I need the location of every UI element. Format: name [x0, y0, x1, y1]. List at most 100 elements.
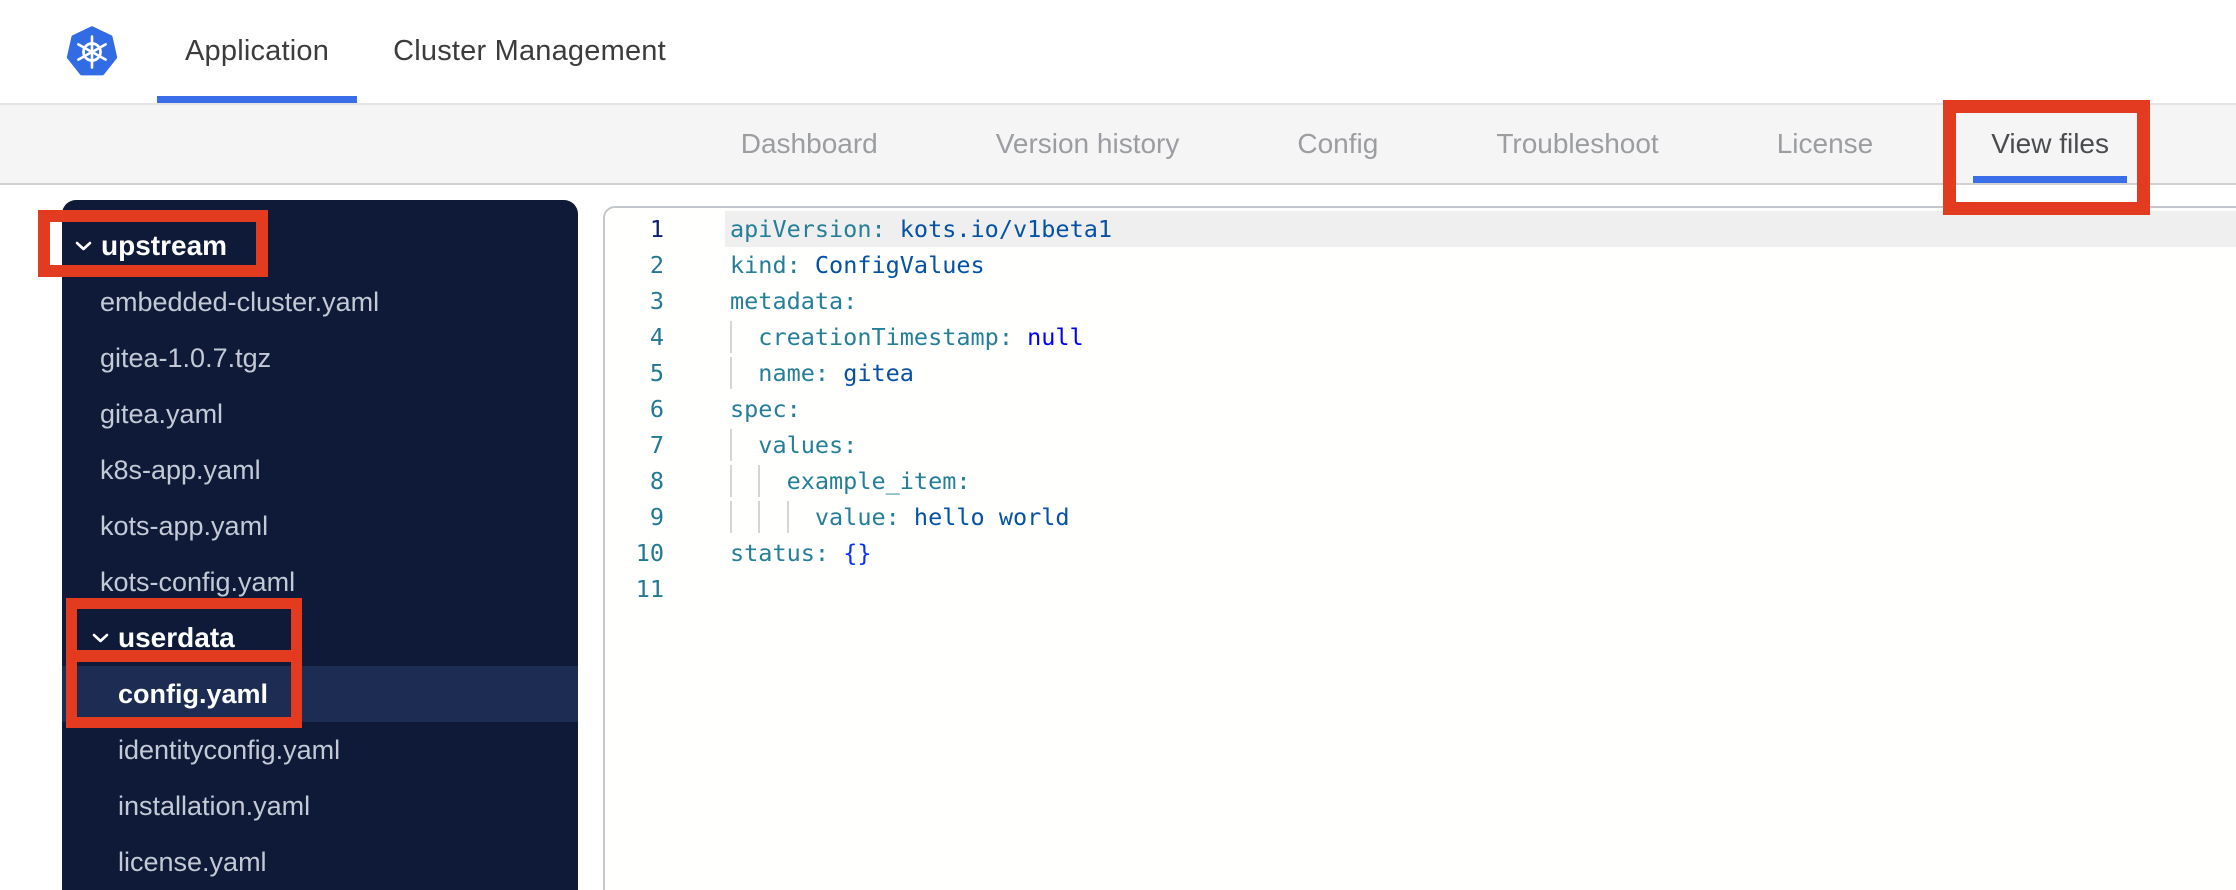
line-number: 7 [649, 431, 664, 459]
nav-tab-config[interactable]: Config [1279, 105, 1396, 183]
chevron-down-icon [92, 633, 109, 643]
line-number: 4 [649, 323, 664, 351]
token-str: hello world [899, 503, 1070, 531]
yaml-editor-panel[interactable]: 1 apiVersion: kots.io/v1beta1 2 kind: Confi… [603, 206, 2236, 890]
line-number: 3 [649, 287, 664, 315]
file-label: kots-app.yaml [100, 510, 269, 541]
code-line-text: metadata: [725, 283, 2236, 319]
code-line-11: 11 [605, 571, 2236, 607]
indent-guide [730, 321, 732, 353]
code-line-9: 9 value: hello world [605, 499, 2236, 535]
nav-tab-troubleshoot[interactable]: Troubleshoot [1478, 105, 1676, 183]
line-number: 11 [635, 575, 664, 603]
indent-guide [758, 465, 761, 497]
tree-item-license.yaml[interactable]: license.yaml [62, 834, 578, 890]
header-tab-application[interactable]: Application [157, 0, 358, 103]
file-label: k8s-app.yaml [100, 454, 261, 485]
tree-item-kots-config.yaml[interactable]: kots-config.yaml [62, 554, 578, 610]
token-key: apiVersion: [730, 215, 886, 243]
line-number: 2 [649, 251, 664, 279]
tree-item-upstream[interactable]: upstream [62, 218, 578, 274]
line-number: 5 [649, 359, 664, 387]
indent-guide [786, 501, 789, 533]
code-line-text: values: [725, 427, 2236, 463]
line-number: 1 [649, 215, 664, 243]
token-str: kots.io/v1beta1 [885, 215, 1113, 243]
indent-guide [730, 501, 732, 533]
header-tab-cluster-management[interactable]: Cluster Management [365, 0, 694, 103]
file-label: kots-config.yaml [100, 566, 296, 597]
line-number: 10 [635, 539, 664, 567]
chevron-down-icon [75, 241, 92, 251]
kots-admin-console: Application Cluster Management Dashboard V… [0, 0, 2236, 890]
tree-item-k8s-app.yaml[interactable]: k8s-app.yaml [62, 442, 578, 498]
file-label: identityconfig.yaml [118, 734, 341, 765]
code-line-text: status: {} [725, 535, 2236, 571]
line-number: 8 [649, 467, 664, 495]
file-label: gitea-1.0.7.tgz [100, 342, 272, 373]
file-label: installation.yaml [118, 790, 311, 821]
app-subnav: Dashboard Version history Config Troublesho… [0, 105, 2236, 185]
code-line-text: kind: ConfigValues [725, 247, 2236, 283]
token-key: example_item: [786, 467, 971, 495]
code-line-3: 3 metadata: [605, 283, 2236, 319]
file-label: embedded-cluster.yaml [100, 286, 380, 317]
code-line-1: 1 apiVersion: kots.io/v1beta1 [605, 211, 2236, 247]
code-line-text: creationTimestamp: null [725, 319, 2236, 355]
token-str: gitea [829, 359, 914, 387]
code-line-text: apiVersion: kots.io/v1beta1 [725, 211, 2236, 247]
token-key: value: [814, 503, 900, 531]
code-line-text: name: gitea [725, 355, 2236, 391]
token-key: kind: [730, 251, 801, 279]
file-tree-sidebar: upstream embedded-cluster.yaml gitea-1.0.7… [62, 200, 578, 890]
file-label: license.yaml [118, 846, 267, 877]
folder-label: userdata [118, 622, 235, 653]
kubernetes-logo-icon [66, 26, 118, 78]
code-lines: 1 apiVersion: kots.io/v1beta1 2 kind: Confi… [605, 211, 2236, 607]
code-line-2: 2 kind: ConfigValues [605, 247, 2236, 283]
tree-item-kots-app.yaml[interactable]: kots-app.yaml [62, 498, 578, 554]
tree-item-identityconfig.yaml[interactable]: identityconfig.yaml [62, 722, 578, 778]
tree-item-gitea-1.0.7.tgz[interactable]: gitea-1.0.7.tgz [62, 330, 578, 386]
code-line-6: 6 spec: [605, 391, 2236, 427]
token-str: ConfigValues [800, 251, 985, 279]
header-tabs: Application Cluster Management [157, 0, 694, 103]
token-kw: null [1012, 323, 1084, 351]
line-number: 6 [649, 395, 664, 423]
content-area: upstream embedded-cluster.yaml gitea-1.0.7… [0, 185, 2236, 890]
file-label: config.yaml [118, 678, 269, 709]
indent-guide [730, 429, 732, 461]
token-brace: {} [829, 539, 872, 567]
tree-item-installation.yaml[interactable]: installation.yaml [62, 778, 578, 834]
line-number: 9 [649, 503, 664, 531]
tree-item-config.yaml[interactable]: config.yaml [62, 666, 578, 722]
token-key: spec: [730, 395, 801, 423]
nav-tab-view-files[interactable]: View files [1973, 105, 2127, 183]
code-line-5: 5 name: gitea [605, 355, 2236, 391]
code-line-text: example_item: [725, 463, 2236, 499]
nav-tab-version-history[interactable]: Version history [978, 105, 1198, 183]
folder-label: upstream [101, 230, 228, 261]
code-line-8: 8 example_item: [605, 463, 2236, 499]
token-key: values: [758, 431, 858, 459]
nav-tab-license[interactable]: License [1759, 105, 1892, 183]
indent-guide [758, 501, 761, 533]
app-header: Application Cluster Management [0, 0, 2236, 105]
tree-item-embedded-cluster.yaml[interactable]: embedded-cluster.yaml [62, 274, 578, 330]
token-key: metadata: [730, 287, 858, 315]
tree-item-userdata[interactable]: userdata [62, 610, 578, 666]
indent-guide [730, 465, 732, 497]
file-label: gitea.yaml [100, 398, 224, 429]
code-line-7: 7 values: [605, 427, 2236, 463]
token-key: name: [758, 359, 830, 387]
nav-tab-dashboard[interactable]: Dashboard [723, 105, 896, 183]
code-line-text: spec: [725, 391, 2236, 427]
tree-item-gitea.yaml[interactable]: gitea.yaml [62, 386, 578, 442]
token-key: status: [730, 539, 830, 567]
code-line-text: value: hello world [725, 499, 2236, 535]
